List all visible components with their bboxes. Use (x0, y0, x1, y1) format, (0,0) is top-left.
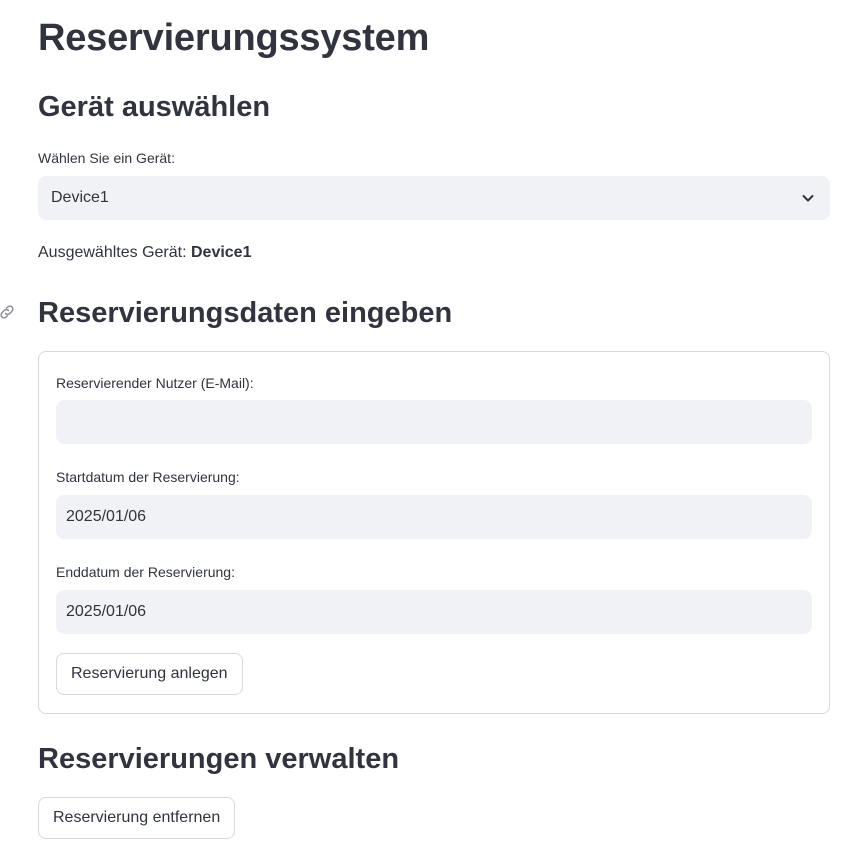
link-icon[interactable] (0, 303, 16, 321)
page: Reservierungssystem Gerät auswählen Wähl… (0, 0, 866, 848)
remove-reservation-button[interactable]: Reservierung entfernen (38, 797, 236, 839)
manage-reservations-heading: Reservierungen verwalten (38, 743, 400, 775)
page-title: Reservierungssystem (38, 17, 430, 59)
device-select[interactable]: Device1 (38, 176, 830, 220)
end-date-label: Enddatum der Reservierung: (56, 564, 235, 580)
selected-device-value: Device1 (190, 244, 252, 261)
start-date-label: Startdatum der Reservierung: (56, 469, 240, 485)
device-section-heading: Gerät auswählen (38, 91, 271, 123)
email-field[interactable] (56, 400, 812, 444)
create-reservation-button[interactable]: Reservierung anlegen (56, 653, 243, 695)
selected-device-prefix: Ausgewähltes Gerät: (38, 244, 187, 261)
reservation-data-heading: Reservierungsdaten eingeben (38, 297, 453, 329)
device-select-value: Device1 (51, 189, 109, 206)
device-select-label: Wählen Sie ein Gerät: (38, 150, 175, 166)
email-label: Reservierender Nutzer (E-Mail): (56, 375, 254, 391)
start-date-input[interactable]: 2025/01/06 (56, 495, 812, 539)
selected-device-info: Ausgewähltes Gerät: Device1 (38, 243, 251, 263)
end-date-input[interactable]: 2025/01/06 (56, 590, 812, 634)
chevron-down-icon (802, 195, 814, 202)
